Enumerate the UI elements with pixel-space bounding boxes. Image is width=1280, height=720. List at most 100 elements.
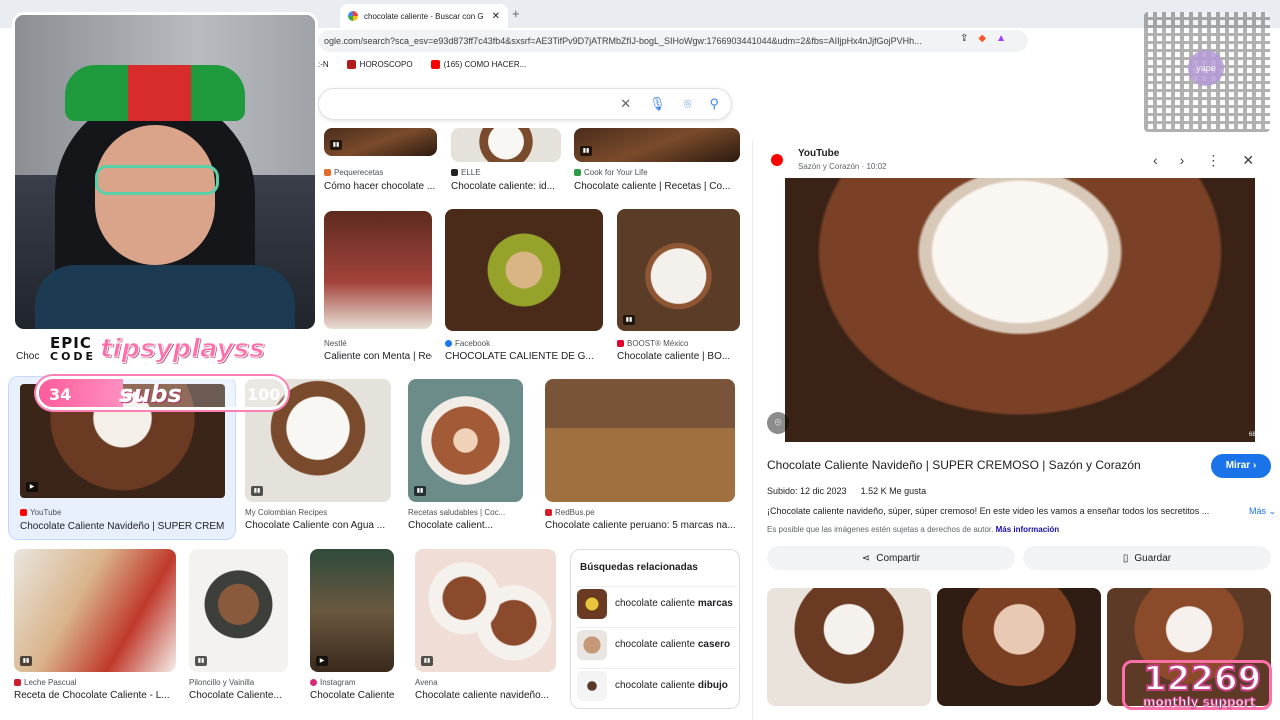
lens-icon[interactable]: ⌾ bbox=[767, 412, 789, 434]
panel-actions: ‹ › ⋮ ✕ bbox=[1153, 152, 1254, 169]
result-title: Cómo hacer chocolate ... bbox=[324, 181, 436, 192]
result-thumbnail: ▮▮ bbox=[415, 549, 556, 672]
related-item-casero[interactable]: chocolate caliente casero bbox=[577, 627, 737, 661]
result-title: CHOCOLATE CALIENTE DE G... bbox=[445, 351, 594, 362]
result-card[interactable]: ▶ Instagram Chocolate Caliente... bbox=[310, 549, 394, 705]
next-icon[interactable]: › bbox=[1180, 152, 1185, 169]
webcam-person-body bbox=[35, 265, 295, 329]
video-badge-icon: ▮▮ bbox=[421, 656, 433, 666]
video-badge-icon: ▮▮ bbox=[414, 486, 426, 496]
play-badge-icon: ▶ bbox=[26, 482, 38, 492]
bookmark-icon bbox=[346, 59, 356, 69]
rewards-icon[interactable]: ▲ bbox=[996, 33, 1006, 44]
more-options-icon[interactable]: ⋮ bbox=[1206, 152, 1220, 169]
result-title: Receta de Chocolate Caliente - L... bbox=[14, 690, 170, 701]
search-icon[interactable]: ⚲ bbox=[709, 96, 719, 112]
streamer-brand: EPIC CODE tipsyplayss bbox=[50, 333, 265, 365]
webcam-person-glasses bbox=[95, 165, 219, 195]
more-button[interactable]: Más ⌄ bbox=[1249, 506, 1276, 517]
result-source: Piloncillo y Vainilla bbox=[189, 678, 255, 687]
result-card[interactable]: ▮▮ Avena Chocolate caliente navideño... bbox=[415, 549, 556, 705]
share-icon[interactable]: ⇪ bbox=[960, 33, 968, 44]
result-source: YouTube bbox=[20, 508, 61, 517]
related-image[interactable] bbox=[937, 588, 1101, 706]
related-label: chocolate caliente dibujo bbox=[615, 680, 728, 691]
result-card[interactable]: ▮▮ BOOST® México Chocolate caliente | BO… bbox=[617, 209, 740, 365]
subs-label: subs bbox=[119, 380, 182, 408]
result-thumbnail: ▮▮ bbox=[14, 549, 176, 672]
more-info-link[interactable]: Más información bbox=[996, 525, 1060, 534]
webcam-overlay bbox=[12, 12, 318, 332]
result-title: Chocolate caliente navideño... bbox=[415, 690, 549, 701]
result-thumbnail: ▮▮ bbox=[408, 379, 523, 502]
likes: 1.52 K Me gusta bbox=[860, 486, 927, 496]
bookmark-label: HOROSCOPO bbox=[359, 59, 413, 69]
address-bar[interactable]: ogle.com/search?sca_esv=e93d873ff7c43fb4… bbox=[318, 30, 1028, 52]
preview-image[interactable] bbox=[785, 178, 1255, 442]
lens-icon[interactable]: ⌾ bbox=[684, 96, 692, 112]
result-card[interactable]: ▮▮ Cook for Your Life Chocolate caliente… bbox=[574, 128, 740, 194]
result-title: Chocolate caliente peruano: 5 marcas na.… bbox=[545, 520, 735, 531]
result-title: Chocolate Caliente con Agua ... bbox=[245, 520, 386, 531]
result-card[interactable]: ▮▮ Pequerecetas Cómo hacer chocolate ... bbox=[324, 128, 437, 194]
panel-title[interactable]: Chocolate Caliente Navideño | SUPER CREM… bbox=[767, 458, 1141, 472]
tab-close-icon[interactable]: ✕ bbox=[492, 11, 500, 22]
related-thumbnail bbox=[577, 629, 607, 660]
visit-button[interactable]: Mirar › bbox=[1211, 454, 1271, 478]
webcam-person-hat bbox=[65, 65, 245, 121]
image-preview-panel: YouTube Sazón y Corazón · 10:02 ‹ › ⋮ ✕ … bbox=[752, 140, 1280, 720]
related-thumbnail bbox=[577, 670, 607, 701]
result-card[interactable]: Nestlé Caliente con Menta | Receta... bbox=[324, 211, 432, 365]
result-source: Pequerecetas bbox=[324, 168, 383, 177]
result-source: ELLE bbox=[451, 168, 481, 177]
save-button[interactable]: ▯ Guardar bbox=[1023, 546, 1271, 570]
source-icon bbox=[324, 169, 331, 176]
previous-icon[interactable]: ‹ bbox=[1153, 152, 1158, 169]
subs-goal-bar: 34 subs 100 bbox=[36, 376, 288, 410]
result-card[interactable]: ELLE Chocolate caliente: id... bbox=[451, 128, 561, 194]
result-title: Chocolate caliente | BO... bbox=[617, 351, 731, 362]
related-item-dibujo[interactable]: chocolate caliente dibujo bbox=[577, 668, 737, 702]
upload-date: Subido: 12 dic 2023 bbox=[767, 486, 847, 496]
new-tab-icon[interactable]: + bbox=[512, 6, 520, 21]
result-title: Chocolate Caliente Navideño | SUPER CREM… bbox=[20, 521, 225, 532]
panel-subtitle: Sazón y Corazón · 10:02 bbox=[798, 162, 887, 171]
video-badge-icon: ▮▮ bbox=[330, 140, 342, 150]
brand-epic: EPIC bbox=[50, 333, 92, 352]
result-thumbnail: ▮▮ bbox=[324, 128, 437, 156]
bookmark-como-hacer[interactable]: (165) COMO HACER... bbox=[430, 59, 526, 69]
result-title: Chocolate caliente | Recetas | Co... bbox=[574, 181, 731, 192]
brand-epic-code: EPIC CODE bbox=[50, 333, 96, 363]
related-thumbnail bbox=[577, 588, 607, 619]
result-source: My Colombian Recipes bbox=[245, 508, 328, 517]
result-source: Cook for Your Life bbox=[574, 168, 648, 177]
related-item-marcas[interactable]: chocolate caliente marcas bbox=[577, 586, 737, 620]
browser-tab[interactable]: chocolate caliente - Buscar con G ✕ bbox=[340, 4, 508, 28]
result-card[interactable]: ▮▮ Leche Pascual Receta de Chocolate Cal… bbox=[14, 549, 176, 705]
video-badge-icon: ▮▮ bbox=[623, 315, 635, 325]
source-icon bbox=[617, 340, 624, 347]
url-text: ogle.com/search?sca_esv=e93d873ff7c43fb4… bbox=[324, 36, 922, 46]
result-card[interactable]: Facebook CHOCOLATE CALIENTE DE G... bbox=[445, 209, 603, 365]
clear-search-icon[interactable]: ✕ bbox=[620, 96, 631, 112]
subs-current: 34 bbox=[49, 385, 72, 404]
search-box[interactable]: ✕ 🎙 ⌾ ⚲ bbox=[318, 88, 732, 120]
microphone-icon[interactable]: 🎙 bbox=[649, 96, 666, 112]
related-image[interactable] bbox=[767, 588, 931, 706]
result-thumbnail bbox=[445, 209, 603, 331]
video-badge-icon: ▮▮ bbox=[20, 656, 32, 666]
result-card[interactable]: RedBus.pe Chocolate caliente peruano: 5 … bbox=[545, 379, 735, 535]
related-searches: Búsquedas relacionadas chocolate calient… bbox=[570, 549, 740, 709]
result-card[interactable]: ▮▮ Recetas saludables | Coc... Chocolate… bbox=[408, 379, 523, 535]
brave-shield-icon[interactable]: ◆ bbox=[978, 33, 986, 44]
tab-title: chocolate caliente - Buscar con G bbox=[364, 11, 484, 21]
yape-logo: yape bbox=[1188, 50, 1224, 86]
bookmark-horoscopo[interactable]: HOROSCOPO bbox=[346, 59, 413, 69]
share-button[interactable]: ⋖ Compartir bbox=[767, 546, 1015, 570]
related-label: chocolate caliente marcas bbox=[615, 598, 733, 609]
share-icon: ⋖ bbox=[861, 552, 871, 564]
result-card[interactable]: ▮▮ Piloncillo y Vainilla Chocolate Calie… bbox=[189, 549, 288, 705]
source-icon bbox=[545, 509, 552, 516]
close-icon[interactable]: ✕ bbox=[1242, 152, 1254, 169]
google-logo-icon bbox=[348, 11, 358, 21]
